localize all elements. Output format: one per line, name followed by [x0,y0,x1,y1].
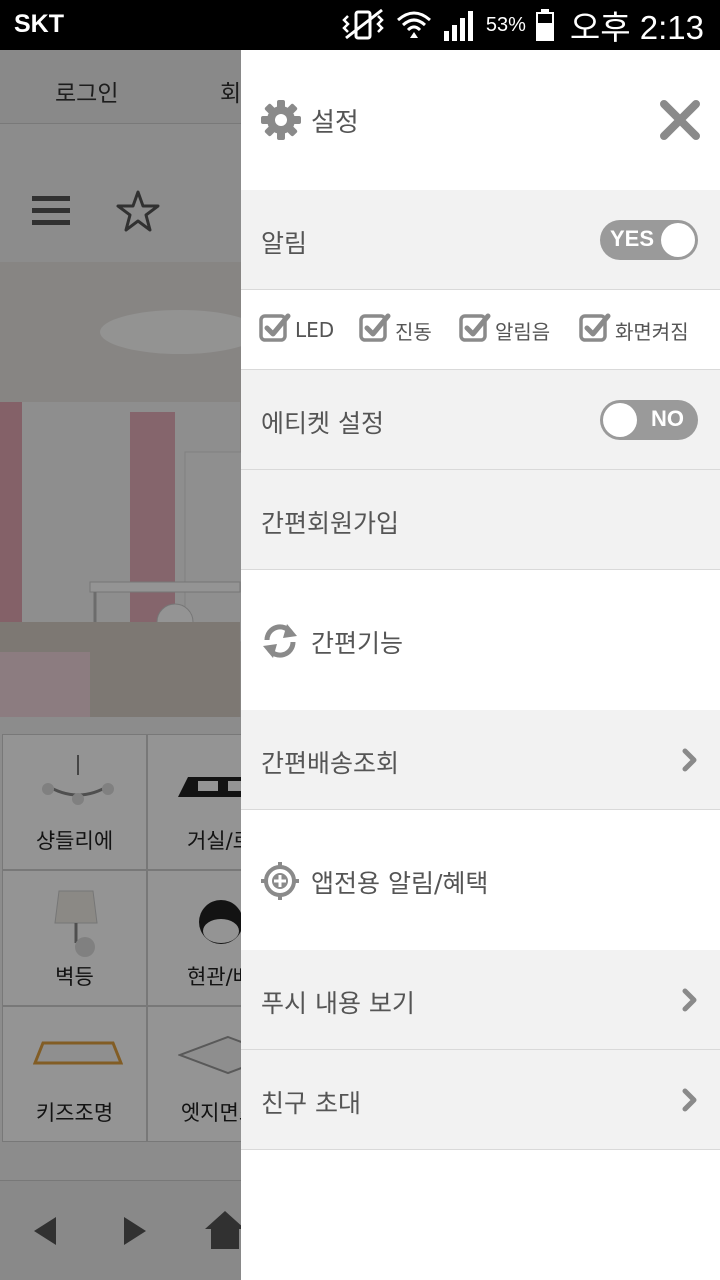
checkbox-checked-icon [359,312,391,348]
checkbox-checked-icon [259,312,291,348]
app-benefits-header: 앱전용 알림/혜택 [241,810,720,950]
notification-toggle[interactable]: YES [600,220,698,260]
drawer-title: 설정 [311,108,359,138]
settings-drawer: 설정 알림 YES LED 진동 알림음 화면켜짐 에티켓 설정 NO 간편회원… [241,50,720,1280]
notification-row: 알림 YES [241,190,720,290]
checkbox-checked-icon [459,312,491,348]
chevron-right-icon [682,1088,698,1116]
invite-friends-label: 친구 초대 [261,1089,361,1118]
battery-percent: 53% [485,13,526,36]
gear-icon [261,100,301,144]
checkbox-label: 진동 [395,319,432,344]
easy-signup-row[interactable]: 간편회원가입 [241,470,720,570]
notification-label: 알림 [261,229,308,258]
checkbox-checked-icon [579,312,611,348]
notification-options: LED 진동 알림음 화면켜짐 [241,290,720,370]
checkbox-label: LED [295,318,335,342]
target-icon [261,862,299,904]
led-checkbox[interactable]: LED [259,312,334,348]
app-benefits-title: 앱전용 알림/혜택 [311,869,489,898]
etiquette-toggle[interactable]: NO [600,400,698,440]
screen-on-checkbox[interactable]: 화면켜짐 [579,312,689,348]
carrier-name: SKT [14,10,64,38]
mute-vibrate-icon [342,8,386,42]
push-view-row[interactable]: 푸시 내용 보기 [241,950,720,1050]
toggle-label: NO [651,406,684,431]
battery-icon [535,9,554,41]
checkbox-label: 알림음 [495,319,551,344]
toggle-knob [661,223,695,257]
clock: 오후 2:13 [569,9,704,46]
wifi-icon [396,8,432,42]
easy-features-header: 간편기능 [241,570,720,710]
easy-features-title: 간편기능 [311,629,404,658]
checkbox-label: 화면켜짐 [615,319,689,344]
close-icon[interactable] [660,100,700,144]
status-bar: SKT 53% 오후 2:13 [0,0,720,50]
invite-friends-row[interactable]: 친구 초대 [241,1050,720,1150]
etiquette-row: 에티켓 설정 NO [241,370,720,470]
delivery-lookup-label: 간편배송조회 [261,749,400,778]
etiquette-label: 에티켓 설정 [261,409,384,438]
chevron-right-icon [682,748,698,776]
delivery-lookup-row[interactable]: 간편배송조회 [241,710,720,810]
refresh-icon [261,622,299,664]
easy-signup-label: 간편회원가입 [261,509,400,538]
push-view-label: 푸시 내용 보기 [261,989,415,1018]
signal-icon [442,9,476,41]
vibrate-checkbox[interactable]: 진동 [359,312,432,348]
toggle-label: YES [610,226,655,251]
toggle-knob [603,403,637,437]
drawer-header: 설정 [241,50,720,190]
sound-checkbox[interactable]: 알림음 [459,312,550,348]
chevron-right-icon [682,988,698,1016]
